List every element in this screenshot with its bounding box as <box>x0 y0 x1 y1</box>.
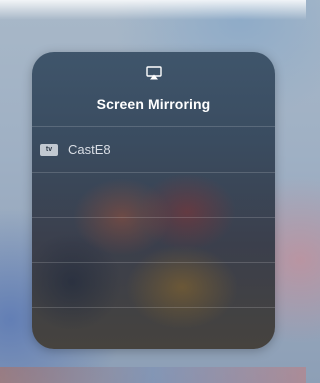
airplay-icon <box>146 66 162 80</box>
appletv-icon: tv <box>40 143 58 156</box>
row-divider <box>32 307 275 308</box>
wallpaper-top-strip <box>0 0 306 20</box>
wallpaper-bottom-strip <box>0 367 306 383</box>
empty-device-slot <box>32 218 275 262</box>
empty-device-slot <box>32 173 275 217</box>
panel-title: Screen Mirroring <box>96 96 211 112</box>
appletv-badge: tv <box>45 146 53 153</box>
device-row-caste8[interactable]: tv CastE8 <box>32 127 275 172</box>
empty-device-slot <box>32 263 275 307</box>
device-name: CastE8 <box>68 142 111 157</box>
panel-header: Screen Mirroring <box>32 52 275 126</box>
screen-mirroring-panel: Screen Mirroring tv CastE8 <box>32 52 275 349</box>
